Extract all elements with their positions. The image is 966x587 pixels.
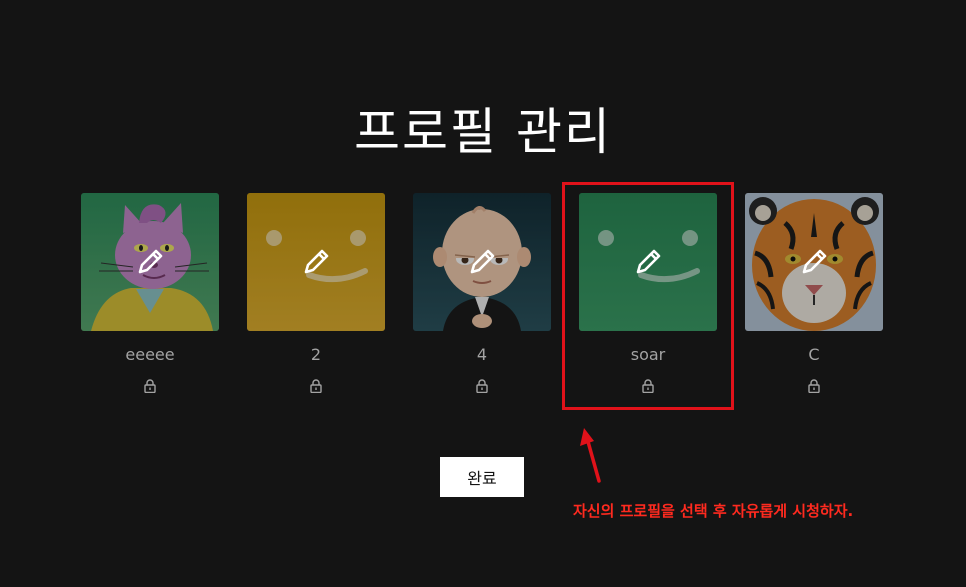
pencil-icon[interactable] (464, 244, 500, 280)
profile-item-eeeee[interactable]: eeeee (81, 193, 219, 393)
profile-item-2[interactable]: 2 (247, 193, 385, 393)
profile-item-4[interactable]: 4 (413, 193, 551, 393)
profile-name: 2 (310, 345, 322, 364)
lock-icon (476, 379, 488, 393)
pencil-icon[interactable] (796, 244, 832, 280)
lock-icon (808, 379, 820, 393)
manage-profiles-page: 프로필 관리 eeeee 2 4 soar C 완료 자신의 프로필을 선택 후… (0, 0, 966, 587)
profile-avatar[interactable] (745, 193, 883, 331)
profile-name: eeeee (125, 345, 175, 364)
profile-avatar[interactable] (247, 193, 385, 331)
profile-avatar[interactable] (413, 193, 551, 331)
profile-avatar[interactable] (81, 193, 219, 331)
lock-icon (144, 379, 156, 393)
page-title: 프로필 관리 (354, 103, 612, 161)
pencil-icon[interactable] (132, 244, 168, 280)
annotation-text: 자신의 프로필을 선택 후 자유롭게 시청하자. (573, 502, 854, 520)
profile-item-c[interactable]: C (745, 193, 883, 393)
highlight-box (562, 182, 734, 410)
done-button[interactable]: 완료 (440, 457, 524, 497)
pencil-icon[interactable] (298, 244, 334, 280)
lock-icon (310, 379, 322, 393)
profile-name: 4 (476, 345, 488, 364)
profile-name: C (808, 345, 820, 364)
arrow-annotation-icon (580, 428, 601, 483)
